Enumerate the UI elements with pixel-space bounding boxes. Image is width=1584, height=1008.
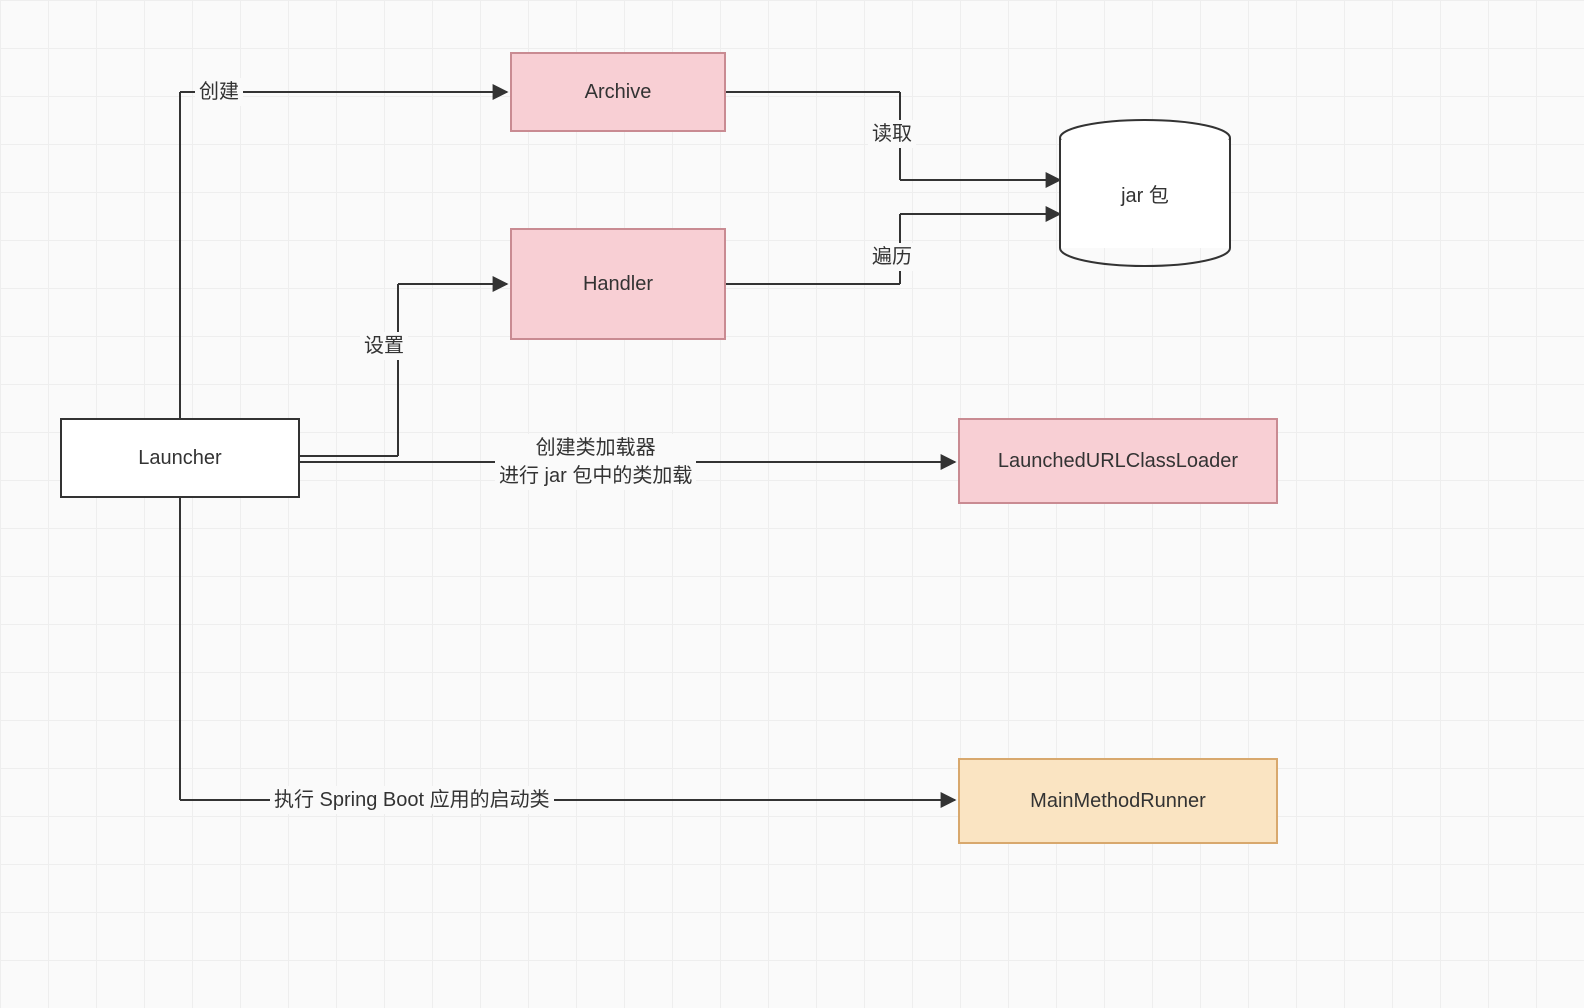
label-read: 读取 bbox=[868, 120, 916, 148]
node-archive-label: Archive bbox=[585, 81, 652, 104]
label-set: 设置 bbox=[360, 332, 408, 360]
node-runner: MainMethodRunner bbox=[958, 758, 1278, 844]
node-archive: Archive bbox=[510, 52, 726, 132]
label-classloader: 创建类加载器 进行 jar 包中的类加载 bbox=[495, 434, 696, 490]
label-create: 创建 bbox=[195, 78, 243, 106]
node-classloader: LaunchedURLClassLoader bbox=[958, 418, 1278, 504]
node-handler-label: Handler bbox=[583, 273, 653, 296]
node-jar: jar 包 bbox=[1060, 138, 1230, 248]
grid-background bbox=[0, 0, 1584, 1008]
node-classloader-label: LaunchedURLClassLoader bbox=[998, 450, 1238, 473]
node-handler: Handler bbox=[510, 228, 726, 340]
node-launcher-label: Launcher bbox=[138, 447, 221, 470]
label-runner: 执行 Spring Boot 应用的启动类 bbox=[270, 786, 554, 814]
node-jar-label: jar 包 bbox=[1121, 179, 1169, 208]
node-runner-label: MainMethodRunner bbox=[1030, 790, 1206, 813]
label-traverse: 遍历 bbox=[868, 243, 916, 271]
node-launcher: Launcher bbox=[60, 418, 300, 498]
